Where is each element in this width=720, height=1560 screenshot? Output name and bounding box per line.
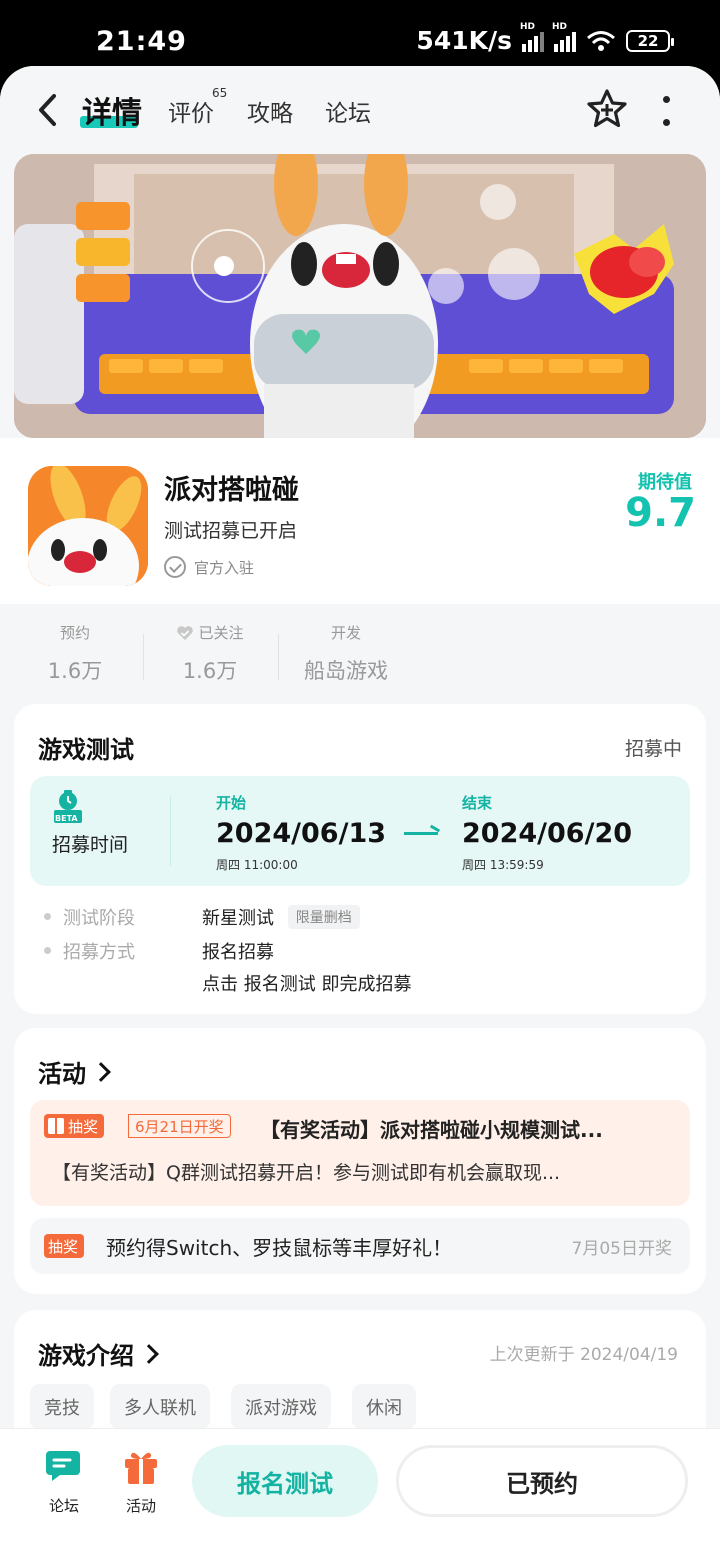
official-badge: 官方入驻 [164,556,254,578]
stats-row: 预约 1.6万 已关注 1.6万 开发 船岛游戏 [0,604,720,704]
wifi-icon [587,30,615,51]
game-header: 派对搭啦碰 测试招募已开启 官方入驻 期待值 9.7 [0,438,720,604]
forum-label: 论坛 [48,1497,79,1515]
game-app-icon [28,466,148,586]
stat-value: 1.6万 [182,659,238,683]
recruit-label: 招募时间 [52,834,129,856]
phase-value: 新星测试 [202,908,274,929]
activity-item-desc: 【有奖活动】Q群测试招募开启！参与测试即有机会赢取现... [52,1162,561,1184]
phase-tag: 限量删档 [287,905,360,929]
tab-forum[interactable]: 论坛 [325,94,371,128]
game-banner-image[interactable] [14,154,706,438]
stat-followed[interactable]: 已关注 1.6万 [160,622,260,685]
chevron-right-icon [139,1343,159,1364]
status-right: 541K/s HD HD 22 [416,22,674,55]
activity-title[interactable]: 活动 [38,1054,111,1089]
recruit-time-box: BETA 招募时间 开始 2024/06/13 周四 11:00:00 结束 2… [30,776,690,886]
stat-label-wrap: 已关注 [160,622,260,643]
signal-icon-2: HD [552,22,576,52]
genre-tag[interactable]: 竞技 [30,1384,94,1430]
reserved-button[interactable]: 已预约 [396,1445,688,1517]
genre-tag[interactable]: 派对游戏 [231,1384,331,1430]
start-time: 周四 11:00:00 [216,858,298,872]
arrow-right-icon [404,832,438,835]
start-head: 开始 [216,794,247,812]
reviews-count-badge: 65 [212,86,228,100]
game-name: 派对搭啦碰 [164,475,299,506]
signal-icon: HD [520,22,544,52]
intro-title-text: 游戏介绍 [38,1342,134,1370]
draw-date-tag: 6月21日开奖 [128,1114,231,1138]
lottery-tag: 抽奖 [44,1114,105,1138]
end-time: 周四 13:59:59 [462,858,544,872]
gift-icon [48,1118,64,1134]
beta-badge-text: BETA [55,814,78,823]
divider [278,634,279,680]
activity-button[interactable] [111,1447,171,1491]
intro-updated: 上次更新于 2024/04/19 [489,1345,678,1365]
activity-card: 活动 抽奖 6月21日开奖 【有奖活动】派对搭啦碰小规模测试... 【有奖活动】… [14,1028,706,1294]
start-date: 2024/06/13 [216,818,387,849]
bottom-action-bar: 论坛 活动 报名测试 已预约 [0,1428,720,1560]
status-time: 21:49 [96,26,187,57]
tab-reviews[interactable]: 评价 [168,94,214,128]
end-date: 2024/06/20 [462,818,633,849]
stat-label: 已关注 [198,624,244,642]
method-note: 点击 报名测试 即完成招募 [202,974,412,995]
more-vertical-icon[interactable] [658,96,674,126]
stat-label: 预约 [59,624,90,642]
divider [143,634,144,680]
expect-score: 9.7 [625,490,696,536]
battery-icon: 22 [626,29,674,52]
gift-icon [125,1452,157,1484]
tab-guides[interactable]: 攻略 [247,94,293,128]
genre-tag[interactable]: 休闲 [352,1384,416,1430]
genre-tag[interactable]: 多人联机 [110,1384,210,1430]
tab-details[interactable]: 详情 [82,88,142,132]
banner-illustration [14,154,706,438]
forum-chat-icon [46,1451,80,1481]
end-head: 结束 [462,794,493,812]
test-status: 招募中 [624,738,682,760]
stat-developer[interactable]: 开发 船岛游戏 [296,622,396,685]
activity-item-title: 预约得Switch、罗技鼠标等丰厚好礼！ [106,1236,453,1260]
intro-title[interactable]: 游戏介绍 [38,1336,159,1371]
method-value-wrap: 报名招募 点击 报名测试 即完成招募 [202,938,411,996]
activity-label: 活动 [125,1497,156,1515]
activity-item-1[interactable]: 抽奖 6月21日开奖 【有奖活动】派对搭啦碰小规模测试... 【有奖活动】Q群测… [30,1100,690,1206]
activity-item-date: 7月05日开奖 [571,1239,672,1259]
network-speed: 541K/s [416,26,512,55]
info-row-phase: 测试阶段 新星测试 限量删档 [38,904,360,930]
lottery-tag-text: 抽奖 [48,1237,79,1256]
star-plus-icon[interactable] [586,88,628,130]
stat-value: 船岛游戏 [304,659,388,683]
phase-key: 测试阶段 [38,904,202,930]
activity-item-2[interactable]: 抽奖 预约得Switch、罗技鼠标等丰厚好礼！ 7月05日开奖 [30,1218,690,1274]
chevron-right-icon [91,1061,111,1082]
forum-button[interactable] [34,1447,94,1491]
game-test-card: 游戏测试 招募中 BETA 招募时间 开始 2024/06/13 周四 11:0… [14,704,706,1014]
test-card-title: 游戏测试 [38,736,134,764]
page: 详情 评价 65 攻略 论坛 派对搭啦碰 测试招募已开启 官方入驻 期待值 9.… [0,66,720,1560]
activity-item-title: 【有奖活动】派对搭啦碰小规模测试... [260,1118,603,1142]
game-subtitle: 测试招募已开启 [164,520,298,542]
lottery-tag: 抽奖 [44,1234,85,1258]
heart-check-icon [177,625,194,640]
method-key: 招募方式 [38,938,202,996]
stat-reservations: 预约 1.6万 [30,622,120,685]
lottery-tag-text: 抽奖 [68,1117,99,1136]
verified-check-icon [164,556,186,578]
official-label: 官方入驻 [194,558,255,577]
info-row-method: 招募方式 报名招募 点击 报名测试 即完成招募 [38,938,411,996]
activity-title-text: 活动 [38,1060,86,1088]
stat-value: 1.6万 [47,659,103,683]
stat-label: 开发 [330,624,361,642]
divider [170,796,171,866]
phase-value-wrap: 新星测试 限量删档 [202,904,360,930]
method-value: 报名招募 [202,942,274,963]
back-arrow-icon[interactable] [32,90,66,130]
top-nav: 详情 评价 65 攻略 论坛 [0,66,720,154]
signup-test-button[interactable]: 报名测试 [192,1445,378,1517]
